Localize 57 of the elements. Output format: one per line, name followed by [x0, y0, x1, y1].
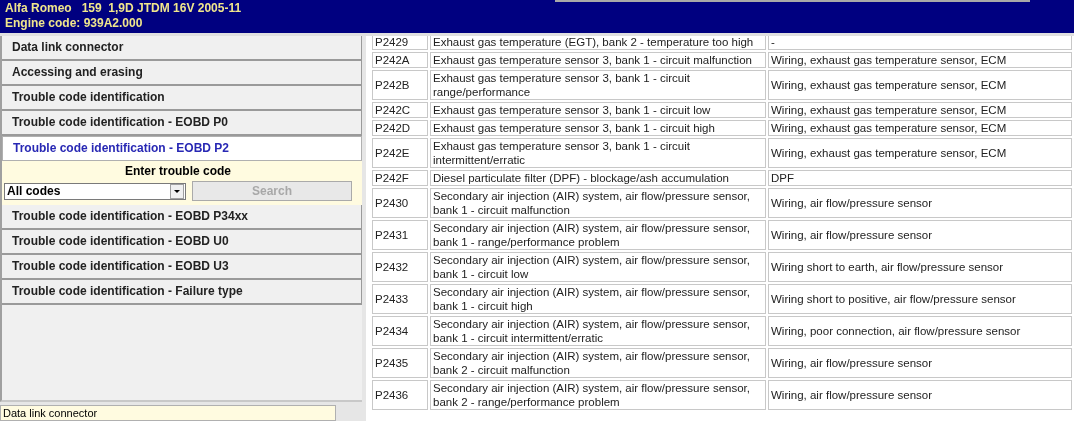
description-cell: Secondary air injection (AIR) system, air flow/pressure sensor, bank 2 - range/performance problem — [430, 380, 766, 410]
description-cell: Secondary air injection (AIR) system, air flow/pressure sensor, bank 1 - circuit intermittent/erratic — [430, 316, 766, 346]
cause-cell: Wiring short to earth, air flow/pressure sensor — [768, 252, 1072, 282]
cause-cell: Wiring, exhaust gas temperature sensor, ECM — [768, 70, 1072, 100]
code-cell: P242D — [372, 120, 428, 136]
code-cell: P242A — [372, 52, 428, 68]
sidebar-item[interactable]: Trouble code identification - EOBD U3 — [2, 255, 362, 280]
caret-icon — [170, 183, 184, 199]
description-cell: Exhaust gas temperature sensor 3, bank 1 - circuit intermittent/erratic — [430, 138, 766, 168]
cause-cell: - — [768, 36, 1072, 50]
code-cell: P2429 — [372, 36, 428, 50]
cause-cell: Wiring, poor connection, air flow/pressure sensor — [768, 316, 1072, 346]
sidebar-item[interactable]: Trouble code identification - EOBD P34xx — [2, 205, 362, 230]
sidebar-item[interactable]: Trouble code identification — [2, 86, 362, 111]
code-cell: P242C — [372, 102, 428, 118]
sidebar-item[interactable]: Trouble code identification - EOBD U0 — [2, 230, 362, 255]
search-title: Enter trouble code — [124, 164, 232, 178]
cause-cell: Wiring, air flow/pressure sensor — [768, 220, 1072, 250]
cause-cell: Wiring, exhaust gas temperature sensor, ECM — [768, 120, 1072, 136]
description-cell: Exhaust gas temperature sensor 3, bank 1 - circuit range/performance — [430, 70, 766, 100]
code-cell: P2430 — [372, 188, 428, 218]
description-cell: Diesel particulate filter (DPF) - blockage/ash accumulation — [430, 170, 766, 186]
cause-cell: Wiring, air flow/pressure sensor — [768, 348, 1072, 378]
cause-cell: Wiring short to positive, air flow/pressure sensor — [768, 284, 1072, 314]
description-cell: Secondary air injection (AIR) system, air flow/pressure sensor, bank 2 - circuit malfunction — [430, 348, 766, 378]
code-dropdown[interactable]: All codes — [4, 182, 186, 200]
code-cell: P2434 — [372, 316, 428, 346]
cause-cell: DPF — [768, 170, 1072, 186]
vehicle-title: Alfa Romeo 159 1,9D JTDM 16V 2005-11 — [5, 1, 242, 16]
sidebar-item[interactable]: Trouble code identification - EOBD P2 — [2, 136, 362, 161]
code-cell: P2432 — [372, 252, 428, 282]
engine-code: Engine code: 939A2.000 — [5, 16, 144, 31]
description-cell: Exhaust gas temperature sensor 3, bank 1 - circuit malfunction — [430, 52, 766, 68]
cause-cell: Wiring, exhaust gas temperature sensor, ECM — [768, 102, 1072, 118]
code-cell: P2435 — [372, 348, 428, 378]
cause-cell: Wiring, air flow/pressure sensor — [768, 188, 1072, 218]
cause-cell: Wiring, exhaust gas temperature sensor, ECM — [768, 52, 1072, 68]
code-cell: P2436 — [372, 380, 428, 410]
code-cell: P242B — [372, 70, 428, 100]
cause-cell: Wiring, exhaust gas temperature sensor, ECM — [768, 138, 1072, 168]
description-cell: Exhaust gas temperature (EGT), bank 2 - temperature too high — [430, 36, 766, 50]
cause-cell: Wiring, air flow/pressure sensor — [768, 380, 1072, 410]
description-cell: Secondary air injection (AIR) system, air flow/pressure sensor, bank 1 - circuit high — [430, 284, 766, 314]
description-cell: Secondary air injection (AIR) system, air flow/pressure sensor, bank 1 - circuit low — [430, 252, 766, 282]
status-field: Data link connector — [0, 405, 336, 421]
description-cell: Secondary air injection (AIR) system, air flow/pressure sensor, bank 1 - range/performance problem — [430, 220, 766, 250]
description-cell: Exhaust gas temperature sensor 3, bank 1 - circuit low — [430, 102, 766, 118]
description-cell: Secondary air injection (AIR) system, air flow/pressure sensor, bank 1 - circuit malfunction — [430, 188, 766, 218]
description-cell: Exhaust gas temperature sensor 3, bank 1 - circuit high — [430, 120, 766, 136]
sidebar-item[interactable]: Trouble code identification - Failure type — [2, 280, 362, 305]
code-cell: P242E — [372, 138, 428, 168]
sidebar-item[interactable]: Trouble code identification - EOBD P0 — [2, 111, 362, 136]
sidebar-item[interactable]: Accessing and erasing — [2, 61, 362, 86]
code-cell: P242F — [372, 170, 428, 186]
sidebar-item[interactable]: Data link connector — [2, 36, 362, 61]
code-cell: P2433 — [372, 284, 428, 314]
code-cell: P2431 — [372, 220, 428, 250]
